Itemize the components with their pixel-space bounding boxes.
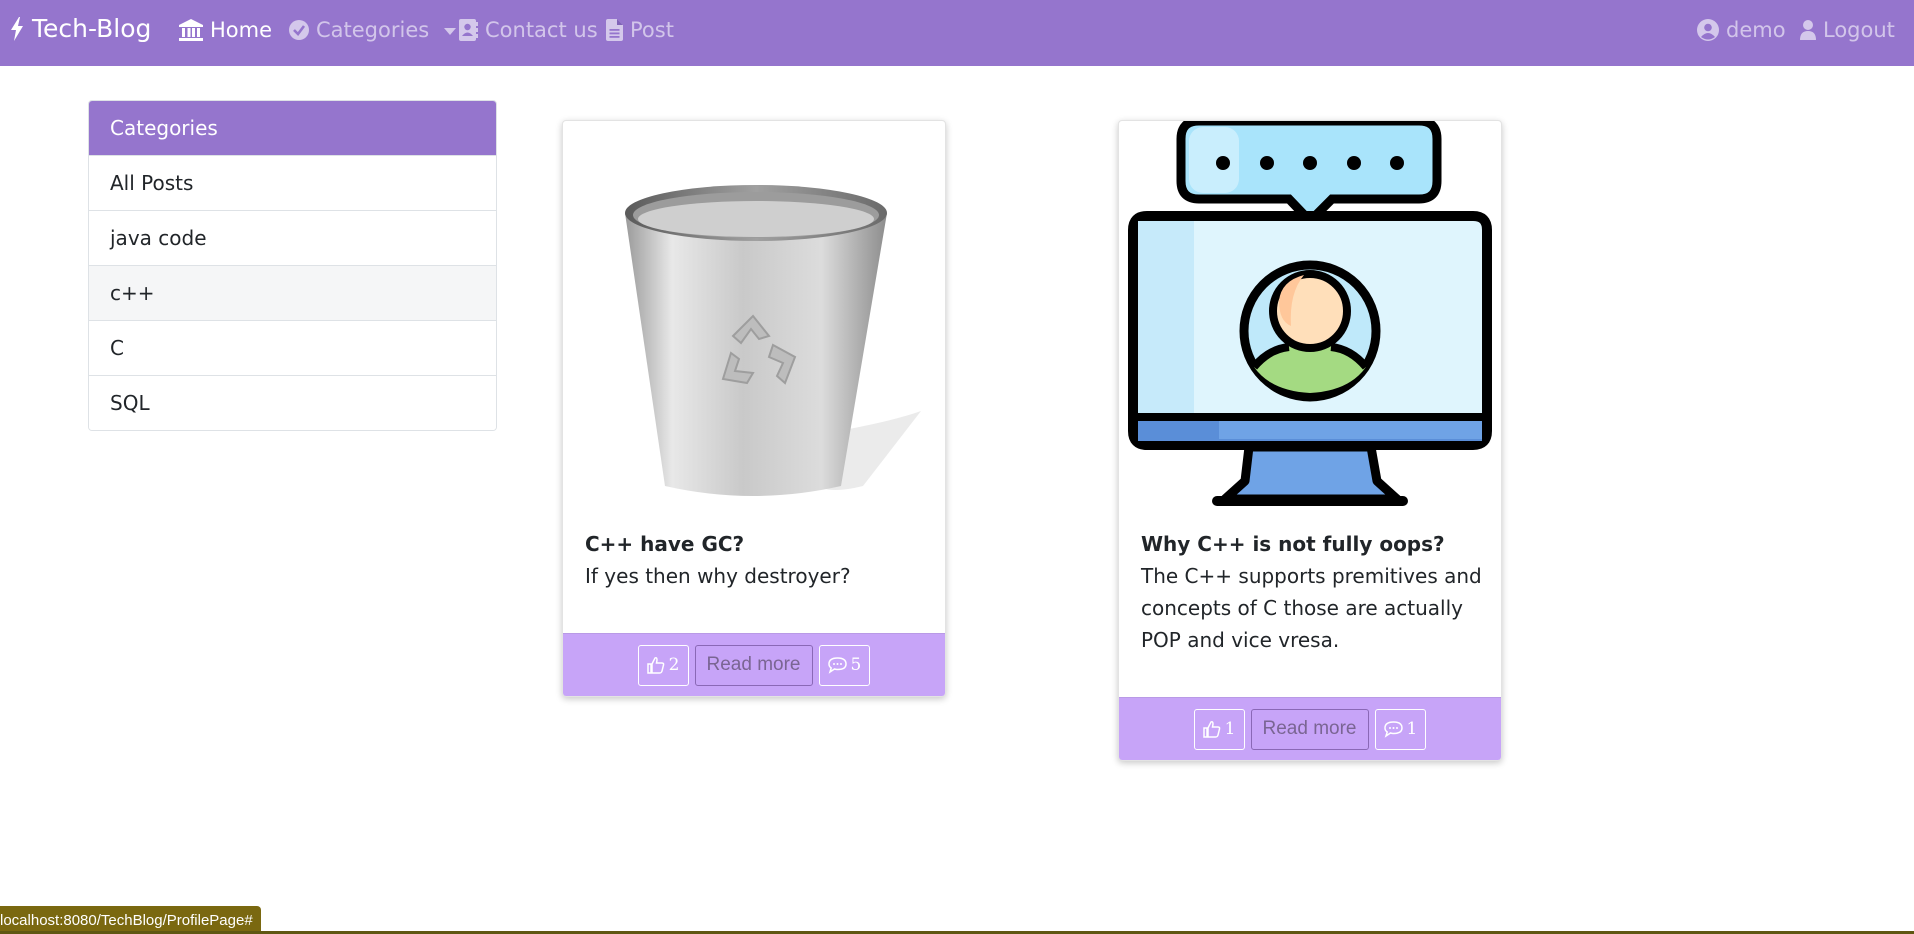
comment-button[interactable]: 5 bbox=[818, 644, 871, 686]
post-content: If yes then why destroyer? bbox=[585, 564, 851, 588]
chat-icon bbox=[1383, 720, 1403, 738]
like-count: 2 bbox=[668, 655, 680, 675]
read-more-button[interactable]: Read more bbox=[694, 644, 813, 686]
post-card: Why C++ is not fully oops? The C++ suppo… bbox=[1118, 120, 1502, 761]
user-icon bbox=[1800, 20, 1816, 40]
bolt-icon bbox=[11, 16, 23, 41]
post-card-body: Why C++ is not fully oops? The C++ suppo… bbox=[1141, 528, 1483, 656]
categories-header: Categories bbox=[89, 101, 496, 155]
nav-contact[interactable]: Contact us bbox=[459, 18, 598, 42]
nav-post-label: Post bbox=[630, 18, 674, 42]
brand-link[interactable]: Tech-Blog bbox=[10, 14, 151, 43]
category-item-c[interactable]: C bbox=[89, 320, 496, 375]
browser-status-url: localhost:8080/TechBlog/ProfilePage# bbox=[0, 906, 261, 934]
nav-post[interactable]: Post bbox=[606, 18, 674, 42]
post-card-footer: 1 Read more 1 bbox=[1119, 697, 1501, 760]
nav-home-label: Home bbox=[210, 18, 273, 42]
address-book-icon bbox=[459, 19, 478, 41]
nav-categories-dropdown[interactable]: Categories bbox=[289, 18, 457, 42]
chat-icon bbox=[827, 656, 847, 674]
comment-button[interactable]: 1 bbox=[1374, 708, 1427, 750]
post-card-body: C++ have GC? If yes then why destroyer? bbox=[585, 528, 927, 592]
nav-user-label: demo bbox=[1726, 18, 1786, 42]
nav-contact-label: Contact us bbox=[485, 18, 598, 42]
like-button[interactable]: 2 bbox=[637, 644, 689, 686]
post-content: The C++ supports premitives and concepts… bbox=[1141, 564, 1482, 652]
comment-count: 1 bbox=[1406, 719, 1418, 739]
categories-list: Categories All Posts java code c++ C SQL bbox=[88, 100, 497, 431]
thumbs-up-icon bbox=[646, 657, 665, 674]
post-title: C++ have GC? bbox=[585, 532, 745, 556]
nav-logout[interactable]: Logout bbox=[1800, 18, 1895, 42]
navbar: Tech-Blog Home Categories Contact us Pos… bbox=[0, 0, 1914, 66]
like-button[interactable]: 1 bbox=[1193, 708, 1245, 750]
brand-name: Tech-Blog bbox=[32, 14, 152, 43]
like-count: 1 bbox=[1224, 719, 1236, 739]
nav-user[interactable]: demo bbox=[1697, 18, 1786, 42]
comment-count: 5 bbox=[850, 655, 862, 675]
post-title: Why C++ is not fully oops? bbox=[1141, 532, 1445, 556]
category-item-all-posts[interactable]: All Posts bbox=[89, 155, 496, 210]
post-card-footer: 2 Read more 5 bbox=[563, 633, 945, 696]
recycle-bin-image bbox=[625, 185, 921, 496]
thumbs-up-icon bbox=[1202, 721, 1221, 738]
user-circle-icon bbox=[1697, 19, 1719, 41]
file-text-icon bbox=[606, 19, 623, 41]
category-item-java-code[interactable]: java code bbox=[89, 210, 496, 265]
read-more-button[interactable]: Read more bbox=[1250, 708, 1369, 750]
bank-icon bbox=[179, 19, 203, 41]
check-circle-icon bbox=[289, 20, 309, 40]
category-item-cpp[interactable]: c++ bbox=[89, 265, 496, 320]
nav-categories-label: Categories bbox=[316, 18, 430, 42]
nav-logout-label: Logout bbox=[1823, 18, 1895, 42]
post-card: C++ have GC? If yes then why destroyer? … bbox=[562, 120, 946, 697]
chevron-down-icon bbox=[444, 27, 457, 35]
nav-home[interactable]: Home bbox=[179, 18, 272, 42]
monitor-user-chat-image bbox=[1128, 121, 1492, 506]
category-item-sql[interactable]: SQL bbox=[89, 375, 496, 430]
